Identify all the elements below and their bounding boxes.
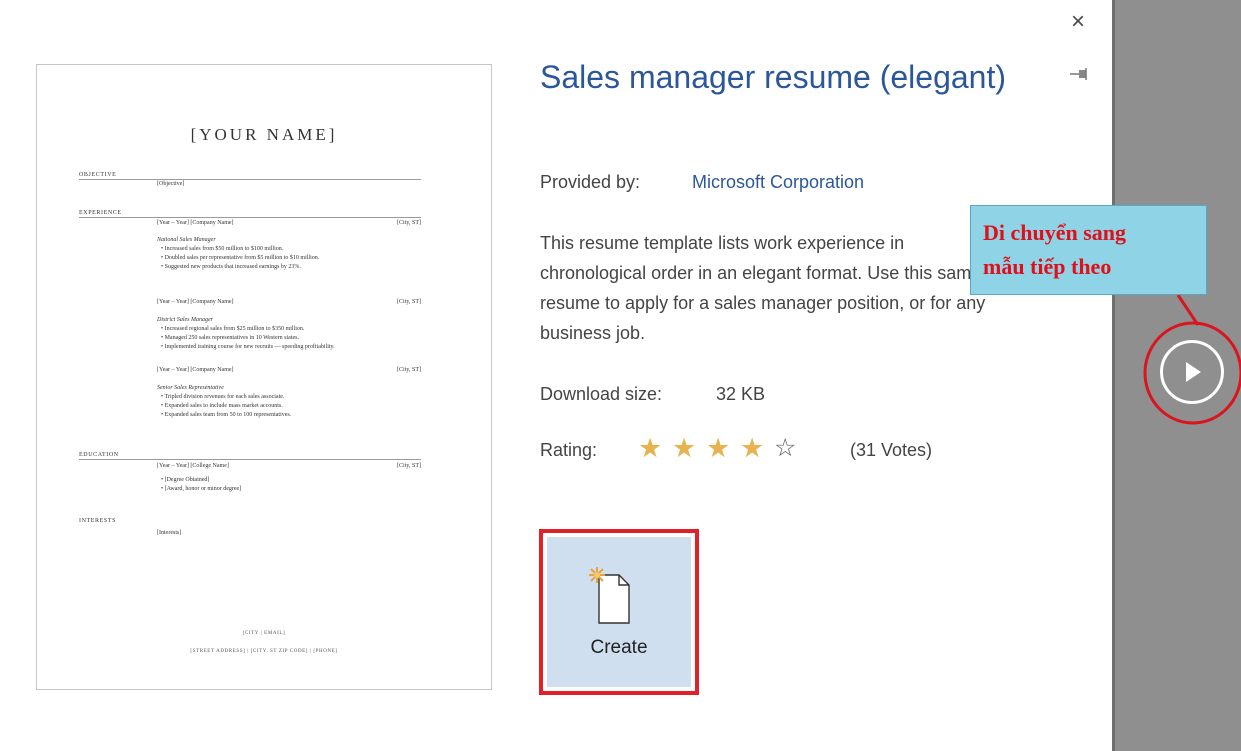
rating-label: Rating: [540,440,598,460]
preview-edu-bullet: • [Degree Obtained] [161,477,210,483]
preview-job-title: District Sales Manager [157,317,213,323]
preview-section-objective: OBJECTIVE [79,172,421,180]
preview-edu-header: [Year – Year] [College Name] [157,463,229,469]
preview-job-title: Senior Sales Representative [157,385,224,391]
preview-edu-location: [City, ST] [397,463,421,469]
preview-job-location: [City, ST] [397,220,421,226]
pin-icon[interactable] [1066,64,1092,84]
annotation-callout: Di chuyển sang mẫu tiếp theo [970,205,1207,295]
vote-count: (31 Votes) [850,440,933,460]
preview-job-bullet: • Managed 250 sales representatives in 1… [161,335,299,341]
create-button-label: Create [590,637,648,658]
preview-job-bullet: • Implemented training course for new re… [161,344,335,350]
preview-footer-line-1: [CITY | EMAIL] [242,631,286,636]
template-description: This resume template lists work experien… [540,233,996,343]
annotation-text: Di chuyển sang mẫu tiếp theo [983,220,1127,279]
preview-section-education: EDUCATION [79,452,421,460]
preview-job-title: National Sales Manager [157,237,216,243]
preview-job-header: [Year – Year] [Company Name] [157,220,234,226]
preview-footer-line-2: [STREET ADDRESS] | [CITY, ST ZIP CODE] |… [190,649,338,654]
preview-job-location: [City, ST] [397,299,421,305]
star-filled-icon: ★ [740,433,765,463]
preview-job-header: [Year – Year] [Company Name] [157,367,234,373]
preview-job-bullet: • Suggested new products that increased … [161,264,301,270]
new-document-icon [587,565,637,627]
play-arrow-icon [1186,362,1201,382]
preview-job-bullet: • Doubled sales per representative from … [161,255,320,261]
provider-link[interactable]: Microsoft Corporation [692,172,864,193]
preview-job-bullet: • Increased regional sales from $25 mill… [161,326,305,332]
template-preview: [YOUR NAME] OBJECTIVE [Objective] EXPERI… [36,64,492,690]
template-title: Sales manager resume (elegant) [540,59,1007,95]
preview-job-bullet: • Expanded sales to include mass market … [161,403,283,409]
download-size-label: Download size: [540,384,663,404]
preview-job-header: [Year – Year] [Company Name] [157,299,234,305]
template-details-dialog: × [YOUR NAME] OBJECTIVE [Objective] EXPE… [0,0,1112,751]
star-filled-icon: ★ [638,433,663,463]
preview-objective: [Objective] [157,181,185,187]
star-filled-icon: ★ [706,433,731,463]
preview-section-experience: EXPERIENCE [79,210,421,218]
preview-edu-bullet: • [Award, honor or minor degree] [161,486,242,492]
star-empty-icon: ☆ [774,434,797,462]
preview-job-location: [City, ST] [397,367,421,373]
create-button[interactable]: Create [547,537,691,687]
preview-job-bullet: • Increased sales from $50 million to $1… [161,246,284,252]
star-filled-icon: ★ [672,433,697,463]
provider-label: Provided by: [540,172,641,192]
preview-section-interests: INTERESTS [79,518,117,524]
next-template-button[interactable] [1160,340,1224,404]
download-size-value: 32 KB [716,384,766,404]
preview-job-bullet: • Tripled division revenues for each sal… [161,394,285,400]
preview-interests: [Interests] [157,530,182,536]
preview-name: [YOUR NAME] [190,125,338,144]
close-icon[interactable]: × [1071,10,1085,34]
preview-job-bullet: • Expanded sales team from 50 to 100 rep… [161,412,292,418]
